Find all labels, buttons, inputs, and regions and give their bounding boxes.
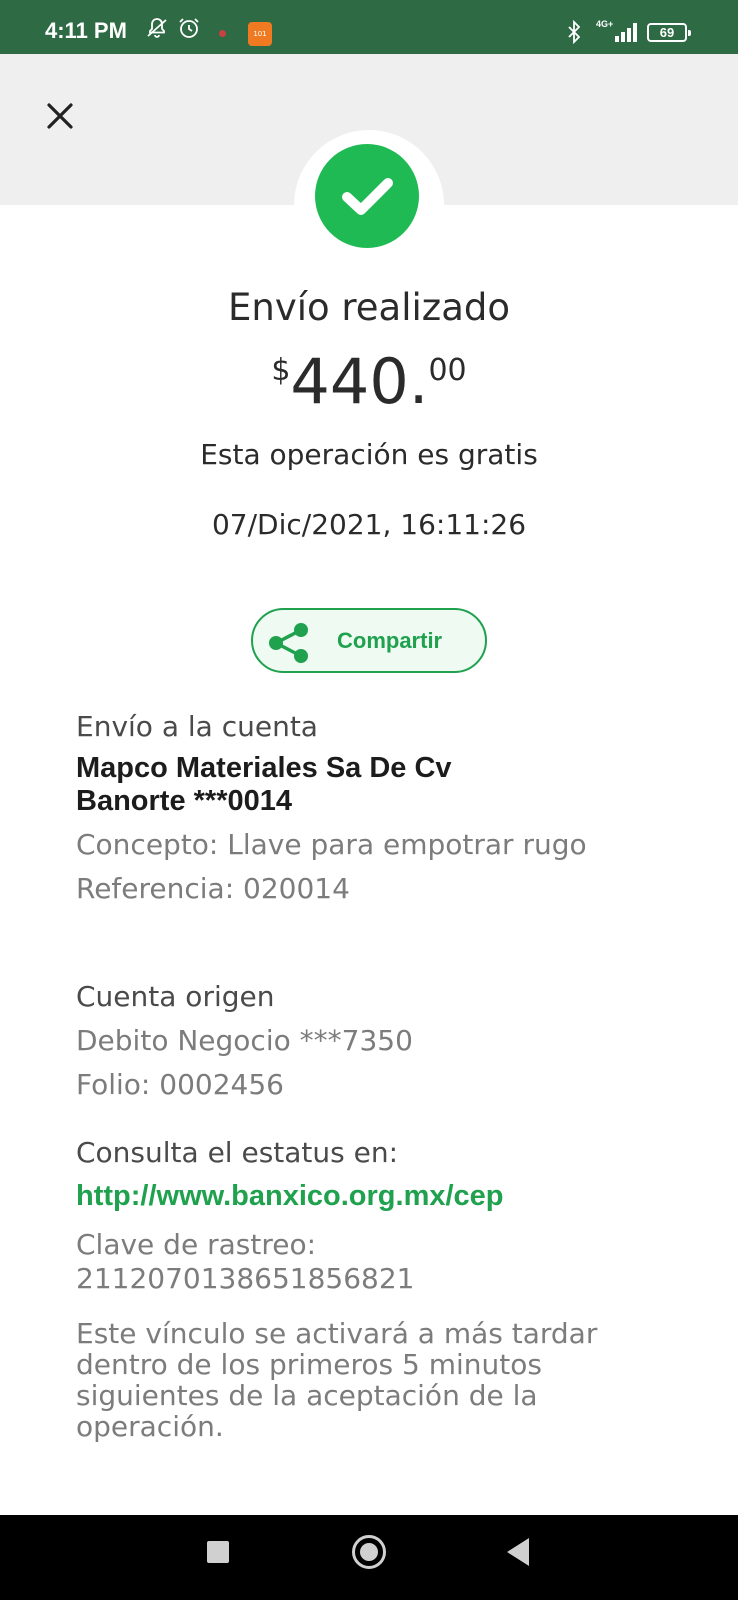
share-label: Compartir [337,628,443,653]
tracking-label: Clave de rastreo: [76,1228,317,1261]
close-button[interactable] [40,96,80,136]
check-icon [342,178,393,215]
destination-bank-account: Banorte ***0014 [76,785,292,817]
battery-level: 69 [659,25,675,40]
amount-decimals: 00 [428,353,467,388]
destination-name: Mapco Materiales Sa De Cv [76,752,452,784]
transfer-amount: $440.00 [0,345,738,418]
network-type: 4G+ [596,19,614,29]
notification-dot-icon [219,30,226,37]
transfer-reference: Referencia: 020014 [76,872,350,905]
transfer-datetime: 07/Dic/2021, 16:11:26 [211,508,527,541]
fee-note: Esta operación es gratis [200,438,538,471]
home-button[interactable] [352,1535,386,1569]
transfer-concept: Concepto: Llave para empotrar rugo [76,828,587,861]
amount-integer: 440. [290,345,429,418]
amount-currency: $ [271,353,291,388]
status-time: 4:11 PM [45,18,127,43]
origin-account: Debito Negocio ***7350 [76,1024,413,1057]
banxico-link[interactable]: http://www.banxico.org.mx/cep [76,1180,504,1213]
share-icon [269,623,308,663]
status-heading: Consulta el estatus en: [76,1136,399,1169]
destination-heading: Envío a la cuenta [76,710,318,743]
alarm-icon [179,18,199,38]
tracking-value: 2112070138651856821 [76,1262,415,1295]
share-button[interactable]: Compartir [251,608,487,673]
app-badge-icon: 101 [248,22,272,46]
page-title: Envío realizado [227,286,511,329]
origin-heading: Cuenta origen [76,980,275,1013]
battery-icon: 69 [647,23,691,42]
success-badge [315,144,419,248]
bluetooth-icon [566,19,582,49]
back-button[interactable] [507,1538,529,1566]
signal-icon [615,22,641,42]
transfer-folio: Folio: 0002456 [76,1068,284,1101]
recents-button[interactable] [207,1541,229,1563]
close-icon [47,103,73,129]
silent-icon [147,18,167,38]
activation-note: Este vínculo se activará a más tardar de… [76,1317,598,1443]
status-bar: 4:11 PM 101 4G+ 69 [0,0,738,54]
